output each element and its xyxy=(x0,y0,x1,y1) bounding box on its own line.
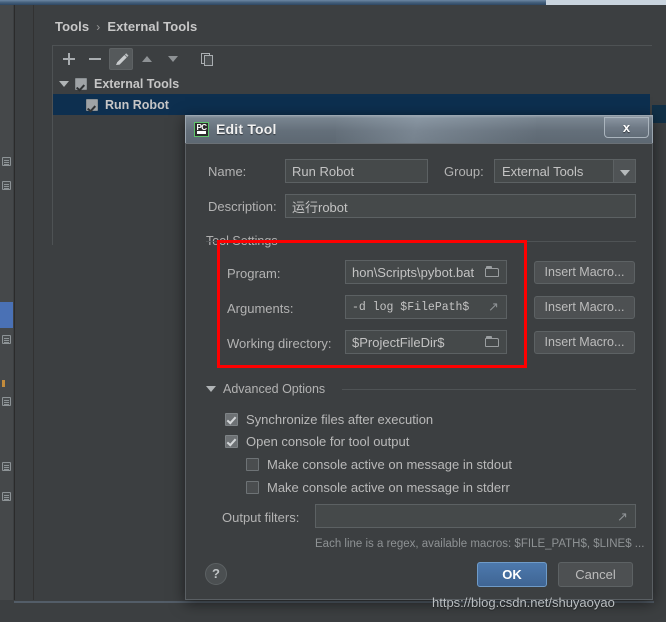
program-input[interactable]: hon\Scripts\pybot.bat xyxy=(345,260,507,284)
move-down-button[interactable] xyxy=(161,48,185,70)
remove-button[interactable] xyxy=(83,48,107,70)
chevron-down-icon[interactable] xyxy=(613,160,635,182)
external-tools-tree: External Tools Run Robot xyxy=(53,73,650,115)
tree-item-label: Run Robot xyxy=(105,97,169,112)
breadcrumb: Tools › External Tools xyxy=(55,19,197,34)
advanced-options-toggle[interactable]: Advanced Options xyxy=(206,382,325,396)
external-tools-toolbar xyxy=(53,46,650,72)
add-button[interactable] xyxy=(57,48,81,70)
arguments-label: Arguments: xyxy=(227,301,294,316)
name-label: Name: xyxy=(208,164,247,179)
option-label: Open console for tool output xyxy=(246,434,410,449)
strip-file-icon-5[interactable] xyxy=(2,462,11,471)
run-robot-checkbox[interactable] xyxy=(86,98,98,111)
option-console-active-stdout[interactable]: Make console active on message in stdout xyxy=(246,457,512,472)
console-active-stdout-checkbox[interactable] xyxy=(246,458,259,471)
description-input[interactable]: 运行robot xyxy=(285,194,636,218)
program-input-value: hon\Scripts\pybot.bat xyxy=(352,264,475,280)
dialog-title-bar[interactable]: PC Edit Tool x xyxy=(185,115,653,143)
option-label: Make console active on message in stdout xyxy=(267,457,512,472)
breadcrumb-separator-icon: › xyxy=(96,20,101,34)
arguments-input-value: -d log $FilePath$ xyxy=(352,300,470,314)
strip-file-icon-1[interactable] xyxy=(2,157,11,166)
program-label: Program: xyxy=(227,266,281,281)
expand-icon[interactable]: ↗ xyxy=(487,301,500,314)
advanced-options-line xyxy=(342,389,636,390)
move-up-button[interactable] xyxy=(135,48,159,70)
ok-button[interactable]: OK xyxy=(477,562,547,587)
tree-row-run-robot[interactable]: Run Robot xyxy=(53,94,650,115)
strip-file-icon-2[interactable] xyxy=(2,181,11,190)
group-dropdown-value: External Tools xyxy=(502,163,584,179)
help-button[interactable]: ? xyxy=(205,563,227,585)
edit-button[interactable] xyxy=(109,48,133,70)
working-directory-input-value: $ProjectFileDir$ xyxy=(352,334,445,350)
output-filters-input[interactable]: ↗ xyxy=(315,504,636,528)
dialog-title: Edit Tool xyxy=(216,121,277,137)
cancel-button[interactable]: Cancel xyxy=(558,562,633,587)
working-directory-label: Working directory: xyxy=(227,336,332,351)
open-console-checkbox[interactable] xyxy=(225,435,238,448)
option-console-active-stderr[interactable]: Make console active on message in stderr xyxy=(246,480,510,495)
option-label: Make console active on message in stderr xyxy=(267,480,510,495)
name-input-value: Run Robot xyxy=(292,163,355,179)
option-label: Synchronize files after execution xyxy=(246,412,434,427)
option-open-console[interactable]: Open console for tool output xyxy=(225,434,409,449)
strip-file-icon-6[interactable] xyxy=(2,492,11,501)
output-filters-label: Output filters: xyxy=(222,510,300,525)
option-synchronize-files[interactable]: Synchronize files after execution xyxy=(225,412,433,427)
close-icon[interactable]: x xyxy=(604,117,649,138)
tool-settings-group-line xyxy=(206,241,636,242)
insert-macro-button-program[interactable]: Insert Macro... xyxy=(534,261,635,284)
breadcrumb-root[interactable]: Tools xyxy=(55,19,89,34)
chevron-down-icon[interactable] xyxy=(206,386,216,392)
synchronize-files-checkbox[interactable] xyxy=(225,413,238,426)
arguments-input[interactable]: -d log $FilePath$ ↗ xyxy=(345,295,507,319)
name-input[interactable]: Run Robot xyxy=(285,159,428,183)
folder-icon[interactable] xyxy=(485,266,500,278)
strip-file-icon-3[interactable] xyxy=(2,335,11,344)
copy-button[interactable] xyxy=(195,48,219,70)
output-filters-hint: Each line is a regex, available macros: … xyxy=(315,538,645,550)
breadcrumb-current: External Tools xyxy=(107,19,198,34)
tree-row-group[interactable]: External Tools xyxy=(53,73,650,94)
description-input-value: 运行robot xyxy=(292,199,348,215)
group-dropdown[interactable]: External Tools xyxy=(494,159,636,183)
left-tool-strip xyxy=(0,5,15,622)
group-label: Group: xyxy=(444,164,484,179)
console-active-stderr-checkbox[interactable] xyxy=(246,481,259,494)
strip-modified-marker xyxy=(2,380,5,387)
tree-group-label: External Tools xyxy=(94,76,180,91)
pencil-icon xyxy=(116,53,129,65)
working-directory-input[interactable]: $ProjectFileDir$ xyxy=(345,330,507,354)
folder-icon[interactable] xyxy=(485,336,500,348)
watermark: https://blog.csdn.net/shuyaoyao xyxy=(432,595,615,610)
advanced-options-label: Advanced Options xyxy=(223,382,326,396)
chevron-down-icon[interactable] xyxy=(59,80,69,87)
strip-selected-item[interactable] xyxy=(0,302,13,328)
expand-icon[interactable]: ↗ xyxy=(616,510,629,523)
pycharm-icon: PC xyxy=(194,122,209,137)
description-label: Description: xyxy=(208,199,277,214)
insert-macro-button-arguments[interactable]: Insert Macro... xyxy=(534,296,635,319)
group-checkbox[interactable] xyxy=(75,77,87,90)
insert-macro-button-working-directory[interactable]: Insert Macro... xyxy=(534,331,635,354)
strip-file-icon-4[interactable] xyxy=(2,397,11,406)
